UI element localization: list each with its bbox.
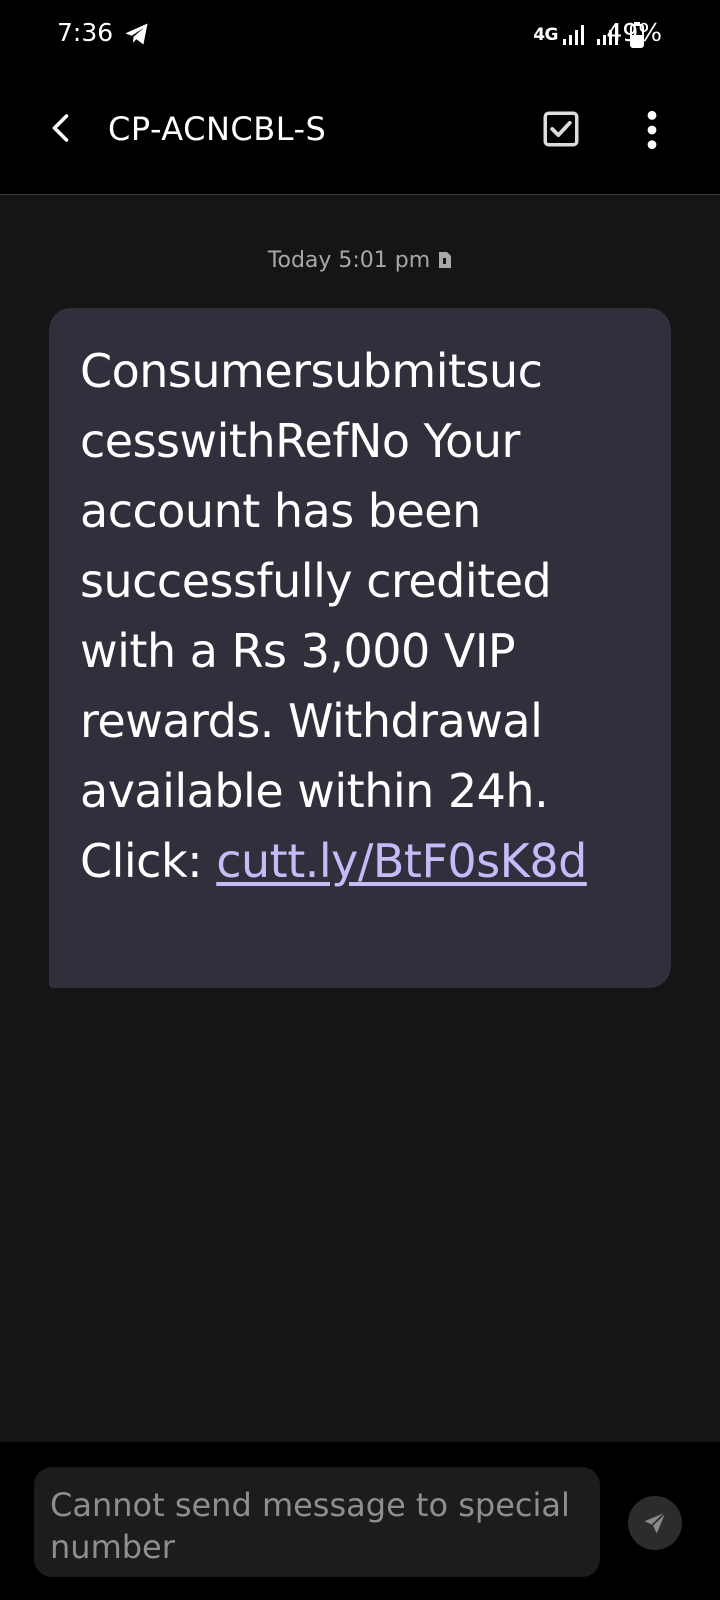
send-icon: [644, 1511, 667, 1534]
status-bar: 7:36 4G 49%: [0, 0, 720, 70]
message-body: Consumersubmitsuc cesswithRefNo Your acc…: [80, 344, 552, 888]
status-time: 7:36: [57, 18, 114, 47]
checkbox-icon[interactable]: [540, 108, 582, 150]
battery-percent: 49%: [606, 18, 662, 47]
more-vert-icon[interactable]: [634, 108, 670, 152]
message-timestamp: Today 5:01 pm: [0, 248, 720, 273]
arrow-left-icon[interactable]: [44, 110, 80, 146]
signal-icon: [563, 25, 584, 45]
message-link[interactable]: cutt.ly/BtF0sK8d: [216, 834, 587, 888]
message-text: Consumersubmitsuc cesswithRefNo Your acc…: [80, 336, 641, 896]
message-bubble[interactable]: Consumersubmitsuc cesswithRefNo Your acc…: [49, 308, 671, 988]
contact-title: CP-ACNCBL-S: [108, 110, 327, 148]
telegram-icon: [125, 23, 148, 45]
app-bar: CP-ACNCBL-S: [0, 70, 720, 195]
send-button[interactable]: [628, 1496, 682, 1550]
composer-notice: Cannot send message to special number: [34, 1467, 600, 1577]
network-label: 4G: [533, 25, 558, 45]
timestamp-text: Today 5:01 pm: [267, 248, 431, 273]
sim-icon: [439, 252, 452, 268]
composer-area: Cannot send message to special number: [0, 1442, 720, 1600]
